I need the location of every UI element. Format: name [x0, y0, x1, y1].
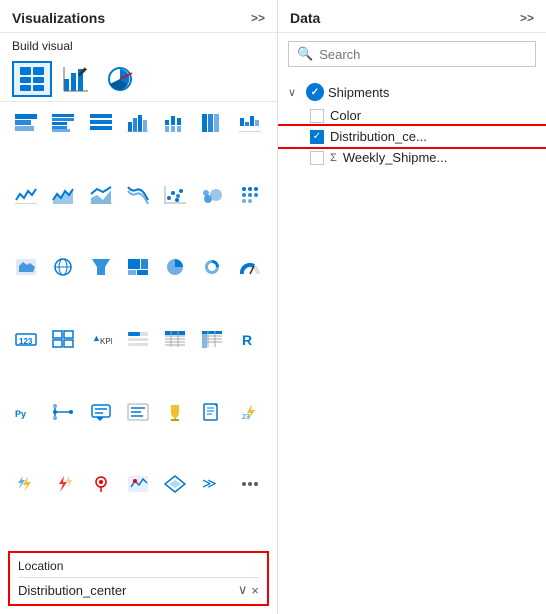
r-visual-icon[interactable]: R: [232, 322, 268, 356]
paginated-report-icon[interactable]: [194, 395, 230, 429]
viz-expand-button[interactable]: >>: [251, 11, 265, 25]
tree-item-weekly[interactable]: Σ Weekly_Shipme...: [278, 147, 546, 168]
data-panel-header: Data >>: [278, 0, 546, 33]
area-chart-icon[interactable]: [45, 178, 81, 212]
viz-panel-header: Visualizations >>: [0, 0, 277, 33]
viz-panel-title: Visualizations: [12, 10, 105, 26]
color-label: Color: [330, 108, 361, 123]
bubble-chart-icon[interactable]: [194, 178, 230, 212]
text-filter-icon[interactable]: [120, 395, 156, 429]
funnel-icon[interactable]: [83, 250, 119, 284]
multi-row-card-icon[interactable]: [45, 322, 81, 356]
search-box[interactable]: 🔍: [288, 41, 536, 67]
svg-text:R: R: [242, 332, 252, 348]
viz-top-icons-row: [0, 57, 277, 102]
ribbon-icon[interactable]: [120, 178, 156, 212]
viz-icon-grid: 123 ▲KPI R Py: [0, 102, 277, 543]
matrix-icon-selected[interactable]: [12, 61, 52, 97]
card-icon[interactable]: 123: [8, 322, 44, 356]
tree-group-header[interactable]: ∨ ✓ Shipments: [278, 79, 546, 105]
weekly-label: Weekly_Shipme...: [343, 150, 448, 165]
lightning-icon-3[interactable]: [45, 467, 81, 501]
clustered-bar-icon[interactable]: [45, 106, 81, 140]
kpi-icon[interactable]: ▲KPI: [83, 322, 119, 356]
column-chart-icon[interactable]: [120, 106, 156, 140]
waterfall-icon[interactable]: [232, 106, 268, 140]
lightning-icon-1[interactable]: 23: [232, 395, 268, 429]
svg-text:123: 123: [19, 337, 33, 346]
python-visual-icon[interactable]: Py: [8, 395, 44, 429]
smart-narrative-icon[interactable]: [83, 395, 119, 429]
matrix-table-icon[interactable]: [194, 322, 230, 356]
dot-plot-icon[interactable]: [232, 178, 268, 212]
location-label: Location: [18, 559, 259, 578]
build-visual-label: Build visual: [0, 33, 277, 57]
tree-item-color[interactable]: Color: [278, 105, 546, 126]
data-panel: Data >> 🔍 ∨ ✓ Shipments Color Distributi…: [278, 0, 546, 614]
location-chevron-icon[interactable]: ∨: [238, 582, 248, 598]
slicer-icon[interactable]: [120, 322, 156, 356]
location-close-icon[interactable]: ×: [251, 583, 259, 598]
line-area-icon[interactable]: [83, 178, 119, 212]
tree-group-shipments: ∨ ✓ Shipments Color Distribution_ce... Σ…: [278, 79, 546, 168]
stacked-col-icon[interactable]: [157, 106, 193, 140]
stacked-bar-icon[interactable]: [8, 106, 44, 140]
donut-chart-icon[interactable]: [194, 250, 230, 284]
table-icon[interactable]: [157, 322, 193, 356]
svg-text:23: 23: [242, 414, 250, 421]
data-panel-title: Data: [290, 10, 320, 26]
decomp-tree-icon[interactable]: [45, 395, 81, 429]
data-tree: ∨ ✓ Shipments Color Distribution_ce... Σ…: [278, 75, 546, 614]
visualizations-panel: Visualizations >> Build visual: [0, 0, 278, 614]
data-expand-button[interactable]: >>: [520, 11, 534, 25]
globe-icon[interactable]: [45, 250, 81, 284]
pie-chart-icon[interactable]: [157, 250, 193, 284]
gauge-chart-icon[interactable]: [232, 250, 268, 284]
location-field: Distribution_center ∨ ×: [18, 582, 259, 598]
diamond-icon[interactable]: [157, 467, 193, 501]
analytics-icon-top[interactable]: [100, 61, 140, 97]
search-icon: 🔍: [297, 46, 313, 62]
line-chart-icon[interactable]: [8, 178, 44, 212]
location-panel: Location Distribution_center ∨ ×: [8, 551, 269, 606]
location-field-icons: ∨ ×: [238, 582, 259, 598]
lightning-icon-2[interactable]: [8, 467, 44, 501]
location-field-value: Distribution_center: [18, 583, 126, 598]
100pct-bar-icon[interactable]: [83, 106, 119, 140]
sigma-icon: Σ: [330, 152, 337, 164]
more-visuals-icon[interactable]: [232, 467, 268, 501]
pin-map-icon[interactable]: [83, 467, 119, 501]
azure-map-icon[interactable]: [120, 467, 156, 501]
forward-arrows-icon[interactable]: ≫: [194, 467, 230, 501]
svg-text:KPI: KPI: [100, 337, 112, 346]
svg-text:Py: Py: [15, 409, 26, 419]
tree-expand-icon[interactable]: ∨: [288, 86, 302, 99]
scatter-plot-icon[interactable]: [157, 178, 193, 212]
color-checkbox[interactable]: [310, 109, 324, 123]
distribution-checkbox[interactable]: [310, 130, 324, 144]
weekly-checkbox[interactable]: [310, 151, 324, 165]
shipments-icon: ✓: [306, 83, 324, 101]
search-input[interactable]: [319, 47, 527, 62]
tree-item-distribution[interactable]: Distribution_ce...: [278, 126, 546, 147]
trophy-icon[interactable]: [157, 395, 193, 429]
100pct-col-icon[interactable]: [194, 106, 230, 140]
bar-chart-icon-top[interactable]: [56, 61, 96, 97]
filled-map-icon[interactable]: [8, 250, 44, 284]
tree-group-label: Shipments: [328, 85, 389, 100]
distribution-label: Distribution_ce...: [330, 129, 427, 144]
treemap-icon[interactable]: [120, 250, 156, 284]
svg-text:≫: ≫: [202, 475, 217, 491]
